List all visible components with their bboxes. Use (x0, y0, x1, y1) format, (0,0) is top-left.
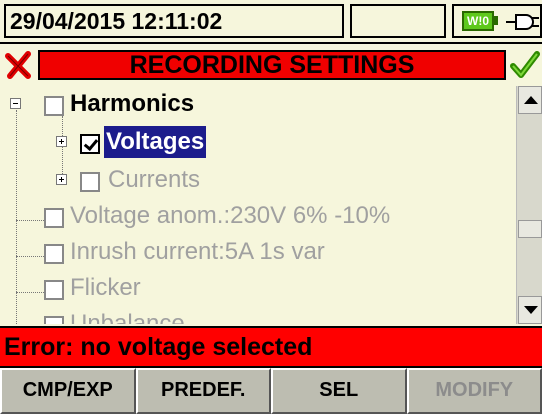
power-status: W!0 (452, 4, 542, 38)
power-plug-icon (506, 14, 539, 30)
status-slot (350, 4, 446, 38)
tree-item-label: Voltage anom.:230V 6% -10% (70, 202, 391, 229)
currents-checkbox[interactable] (80, 172, 100, 192)
error-message: Error: no voltage selected (0, 326, 542, 368)
softkey-bar: CMP/EXP PREDEF. SEL MODIFY (0, 368, 542, 414)
cancel-x-icon[interactable] (4, 50, 34, 80)
tree-item-label: Flicker (70, 274, 141, 301)
confirm-check-icon[interactable] (510, 50, 540, 80)
tree-item-label: Currents (108, 166, 201, 193)
harmonics-checkbox[interactable] (44, 96, 64, 116)
status-bar: 29/04/2015 12:11:02 W!0 (0, 0, 542, 44)
modify-button[interactable]: MODIFY (406, 368, 542, 414)
predef-button[interactable]: PREDEF. (135, 368, 271, 414)
datetime-display: 29/04/2015 12:11:02 (4, 4, 344, 38)
tree-item-flicker[interactable]: Flicker (0, 270, 516, 306)
down-arrow-icon (524, 306, 538, 314)
sel-button[interactable]: SEL (271, 368, 407, 414)
up-arrow-icon (524, 96, 538, 104)
tree-item-inrush-current[interactable]: Inrush current:5A 1s var (0, 234, 516, 270)
title-bar: RECORDING SETTINGS (0, 46, 542, 84)
inrush-current-checkbox[interactable] (44, 244, 64, 264)
instrument-screen: 29/04/2015 12:11:02 W!0 RECORDING SETTIN… (0, 0, 542, 414)
tree-item-label: Unbalance (70, 310, 185, 324)
expand-icon[interactable] (56, 136, 67, 147)
scroll-down-button[interactable] (518, 296, 542, 324)
battery-icon: W!0 (462, 11, 494, 31)
battery-label: W!0 (467, 14, 489, 28)
tree-item-harmonics[interactable]: Harmonics (0, 86, 516, 122)
tree-item-voltages[interactable]: Voltages (0, 124, 516, 160)
expand-icon[interactable] (56, 174, 67, 185)
voltages-checkbox[interactable] (80, 134, 100, 154)
battery-tip (494, 16, 498, 25)
scroll-up-button[interactable] (518, 86, 542, 114)
collapse-icon[interactable] (10, 98, 21, 109)
vertical-scrollbar[interactable] (516, 86, 542, 324)
tree-item-label: Harmonics (70, 90, 195, 117)
page-title: RECORDING SETTINGS (38, 50, 506, 80)
tree-item-label: Inrush current:5A 1s var (70, 238, 325, 265)
voltage-anomalies-checkbox[interactable] (44, 208, 64, 228)
tree-item-currents[interactable]: Currents (0, 162, 516, 198)
tree-item-voltage-anomalies[interactable]: Voltage anom.:230V 6% -10% (0, 198, 516, 234)
recording-options-tree: Harmonics Voltages Currents Voltage anom… (0, 86, 516, 324)
tree-item-label: Voltages (104, 126, 207, 158)
flicker-checkbox[interactable] (44, 280, 64, 300)
tree-item-unbalance[interactable]: Unbalance (0, 306, 516, 324)
scroll-thumb[interactable] (518, 220, 542, 238)
unbalance-checkbox[interactable] (44, 316, 64, 324)
cmp-exp-button[interactable]: CMP/EXP (0, 368, 136, 414)
